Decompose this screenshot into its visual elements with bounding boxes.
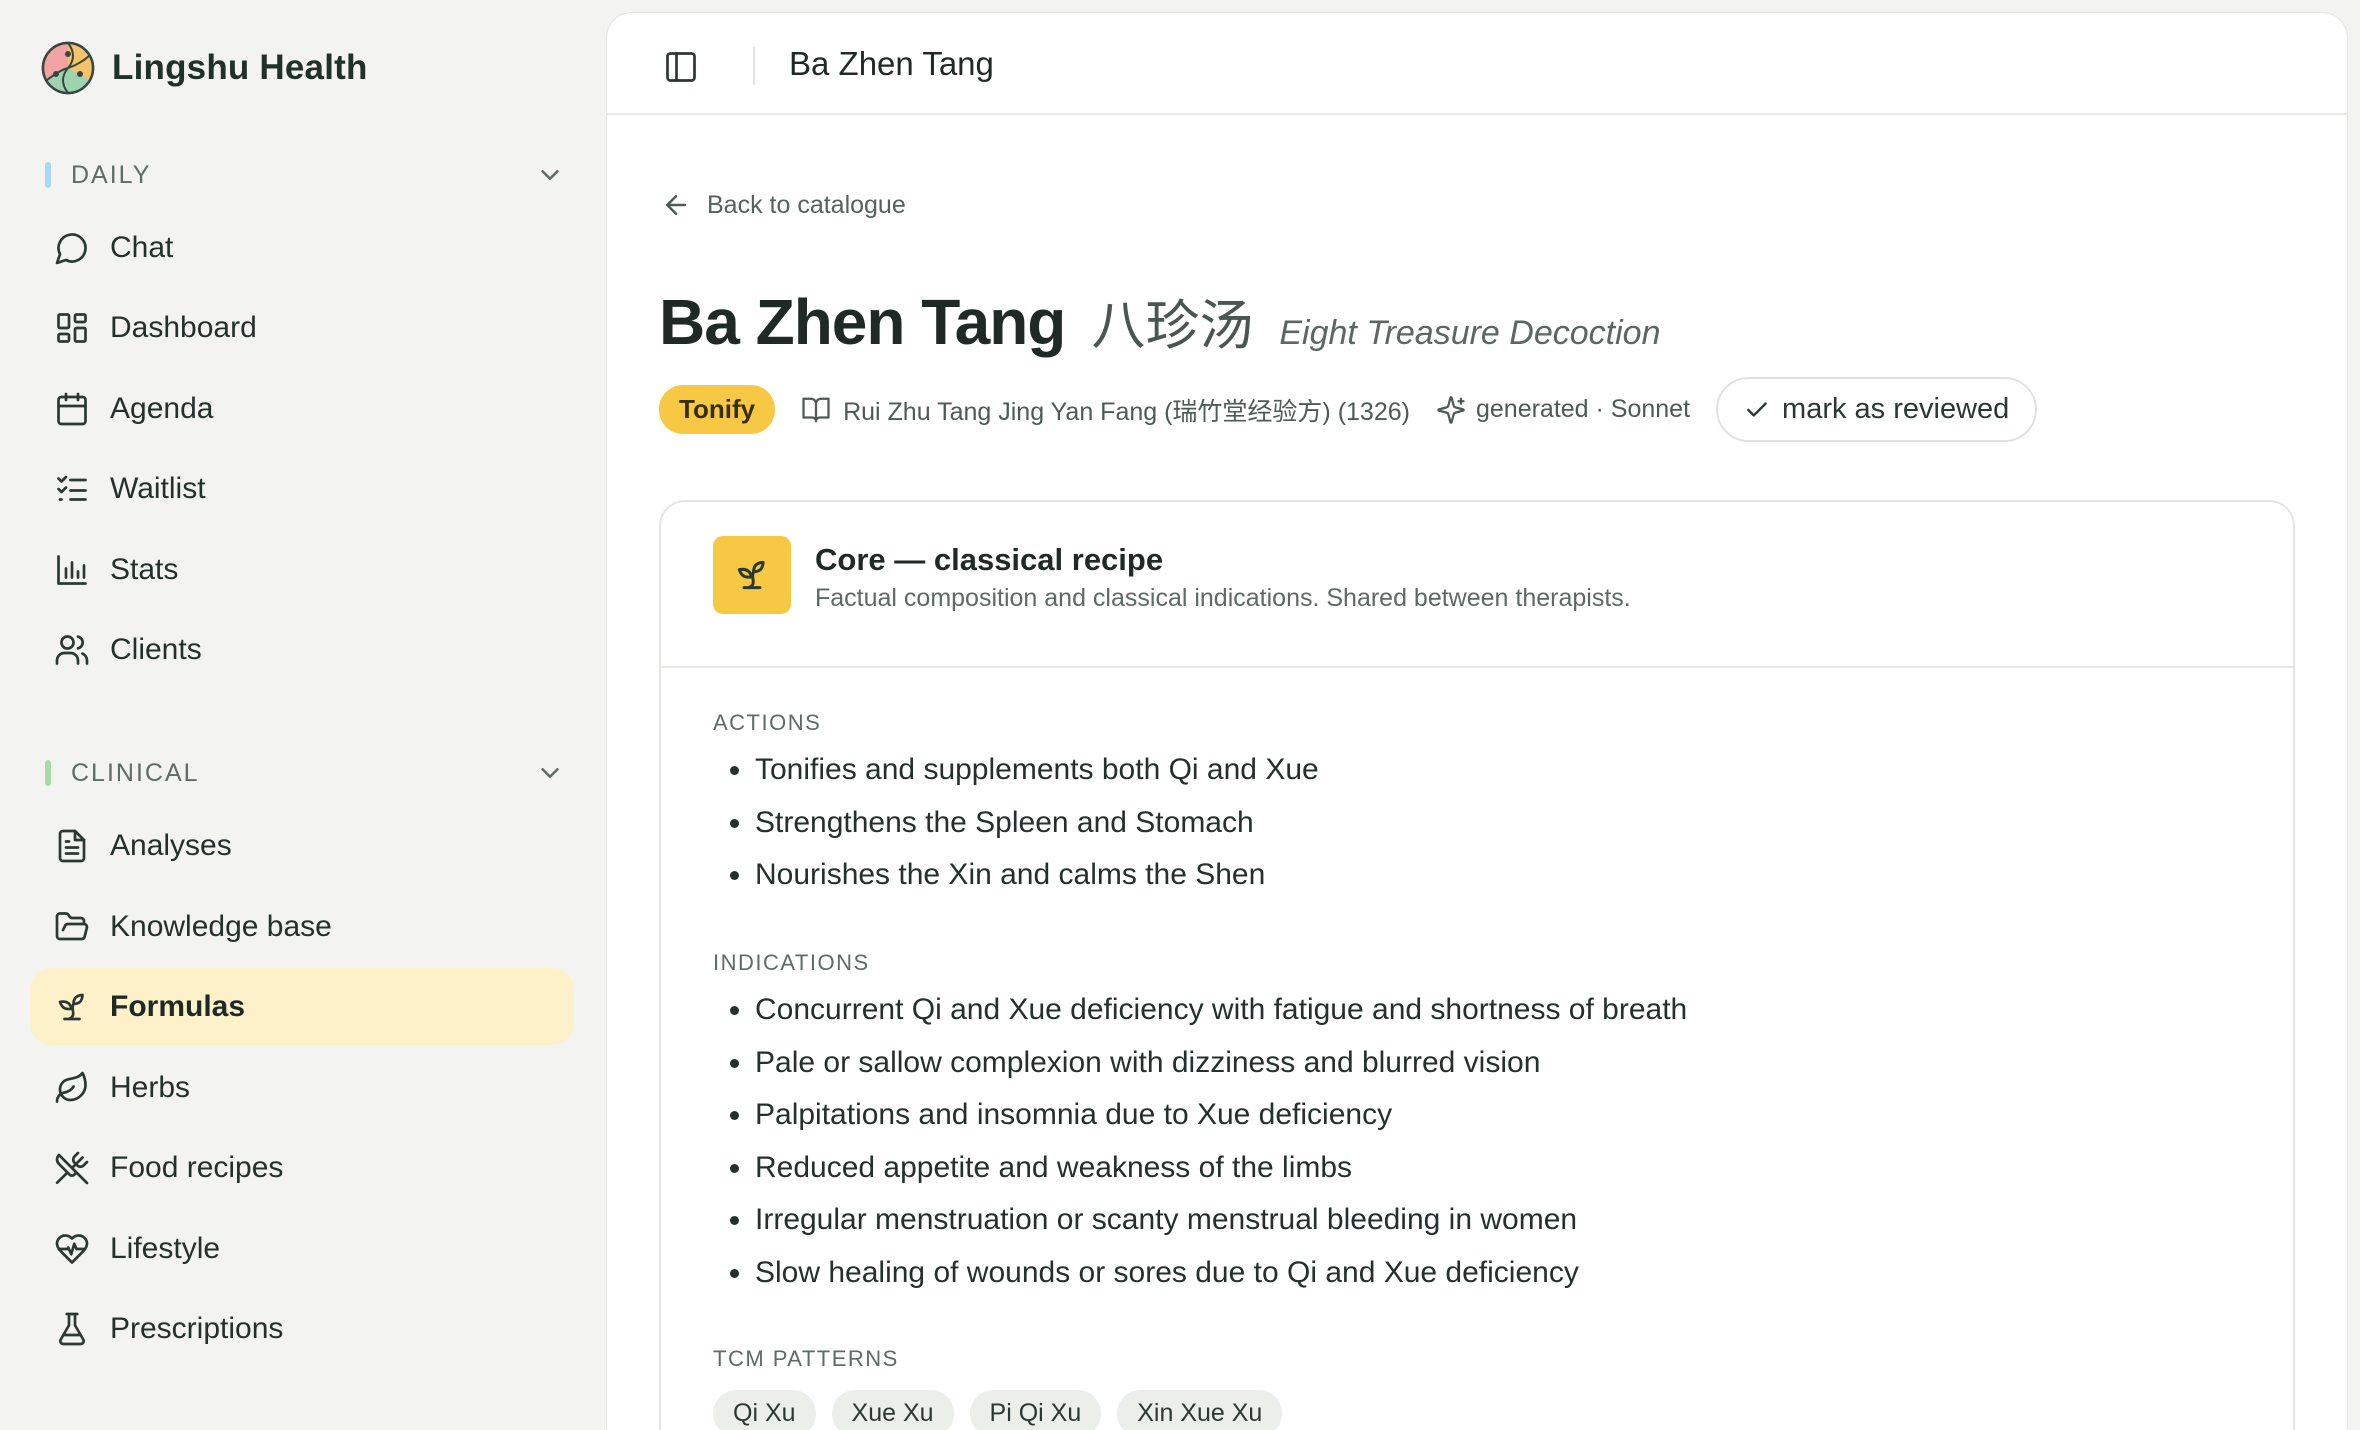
formula-chinese-name: 八珍汤: [1091, 294, 1254, 357]
sprout-icon: [58, 993, 84, 1020]
sidebar-item-label: Food recipes: [110, 1150, 284, 1184]
section-daily[interactable]: DAILY: [45, 155, 565, 195]
sidebar-item-knowledge-base[interactable]: Knowledge base: [30, 888, 574, 965]
sidebar-item-label: Waitlist: [110, 471, 206, 505]
pattern-chip[interactable]: Qi Xu: [713, 1390, 816, 1430]
utensils-crossed-icon: [55, 1151, 89, 1184]
sidebar-item-label: Clients: [110, 632, 202, 666]
book-open-icon: [802, 397, 830, 422]
sidebar-item-waitlist[interactable]: Waitlist: [30, 450, 574, 527]
sidebar-item-clients[interactable]: Clients: [30, 611, 574, 688]
pattern-chip[interactable]: Xin Xue Xu: [1117, 1390, 1283, 1430]
sidebar-item-label: Dashboard: [110, 310, 257, 344]
dashboard-grid-icon: [57, 312, 87, 343]
list-item: Tonifies and supplements both Qi and Xue: [713, 750, 1319, 803]
card-header: Core — classical recipe Factual composit…: [661, 502, 2293, 668]
sidebar: Lingshu Health DAILY Chat Dashboard Agen…: [0, 0, 600, 1430]
sidebar-item-analyses[interactable]: Analyses: [30, 807, 574, 884]
list-item: Nourishes the Xin and calms the Shen: [713, 855, 1319, 908]
sidebar-item-label: Agenda: [110, 391, 214, 425]
sidebar-item-label: Knowledge base: [110, 909, 332, 943]
pattern-chip[interactable]: Xue Xu: [831, 1390, 954, 1430]
actions-list: Tonifies and supplements both Qi and Xue…: [713, 750, 1319, 908]
sidebar-item-stats[interactable]: Stats: [30, 531, 574, 608]
section-color-bar: [45, 162, 51, 188]
list-item: Slow healing of wounds or sores due to Q…: [713, 1253, 1687, 1306]
sidebar-item-dashboard[interactable]: Dashboard: [30, 289, 574, 366]
document-icon: [58, 829, 86, 862]
brand-name: Lingshu Health: [112, 48, 368, 87]
actions-label: ACTIONS: [713, 710, 822, 735]
formula-meta: Tonify Rui Zhu Tang Jing Yan Fang (瑞竹堂经验…: [659, 377, 2038, 442]
generation-status: generated · Sonnet: [1436, 395, 1690, 425]
section-label: DAILY: [71, 160, 152, 189]
sidebar-item-lifestyle[interactable]: Lifestyle: [30, 1210, 574, 1287]
sidebar-item-label: Prescriptions: [110, 1311, 284, 1345]
list-item: Pale or sallow complexion with dizziness…: [713, 1043, 1687, 1096]
users-icon: [55, 634, 89, 665]
list-item: Reduced appetite and weakness of the lim…: [713, 1148, 1687, 1201]
section-clinical[interactable]: CLINICAL: [45, 753, 565, 793]
back-link-label: Back to catalogue: [707, 190, 906, 219]
review-button-label: mark as reviewed: [1782, 393, 2010, 425]
chat-bubble-icon: [55, 232, 87, 264]
pattern-chip[interactable]: Pi Qi Xu: [969, 1390, 1102, 1430]
sidebar-item-label: Herbs: [110, 1070, 191, 1104]
logo-icon: [41, 41, 95, 95]
sidebar-item-prescriptions[interactable]: Prescriptions: [30, 1290, 574, 1367]
sidebar-item-label: Stats: [110, 552, 179, 586]
sidebar-item-label: Formulas: [110, 989, 246, 1023]
card-subtitle: Factual composition and classical indica…: [815, 584, 1631, 612]
main-panel: Ba Zhen Tang Back to catalogue Ba Zhen T…: [606, 12, 2348, 1430]
check-icon: [1747, 401, 1767, 417]
card-icon-box: [713, 536, 791, 614]
sidebar-toggle-icon[interactable]: [663, 49, 699, 85]
indications-list: Concurrent Qi and Xue deficiency with fa…: [713, 990, 1687, 1305]
category-badge: Tonify: [659, 385, 776, 434]
checklist-icon: [57, 475, 87, 501]
sidebar-item-herbs[interactable]: Herbs: [30, 1049, 574, 1126]
arrow-left-icon: [666, 195, 686, 215]
formula-source: Rui Zhu Tang Jing Yan Fang (瑞竹堂经验方) (132…: [801, 392, 1410, 428]
sidebar-item-label: Analyses: [110, 828, 232, 862]
sidebar-item-food-recipes[interactable]: Food recipes: [30, 1129, 574, 1206]
tcm-patterns-label: TCM PATTERNS: [713, 1346, 899, 1371]
card-title: Core — classical recipe: [815, 542, 1164, 577]
source-text: Rui Zhu Tang Jing Yan Fang (瑞竹堂经验方) (132…: [843, 397, 1410, 426]
tcm-patterns-list: Qi Xu Xue Xu Pi Qi Xu Xin Xue Xu: [713, 1390, 1283, 1430]
brand[interactable]: Lingshu Health: [40, 40, 368, 96]
sidebar-item-label: Chat: [110, 230, 174, 264]
list-item: Concurrent Qi and Xue deficiency with fa…: [713, 990, 1687, 1043]
chevron-down-icon[interactable]: [535, 160, 565, 190]
sidebar-item-formulas[interactable]: Formulas: [30, 968, 574, 1045]
sidebar-item-label: Lifestyle: [110, 1231, 221, 1265]
page-title: Ba Zhen Tang: [789, 45, 994, 82]
section-color-bar: [45, 760, 51, 786]
core-recipe-card: Core — classical recipe Factual composit…: [659, 500, 2295, 1430]
generation-text: generated · Sonnet: [1475, 395, 1691, 423]
sparkles-icon: [1437, 395, 1465, 424]
leaf-icon: [55, 1071, 87, 1103]
topbar-divider: [753, 47, 755, 85]
flask-icon: [59, 1312, 85, 1345]
chevron-down-icon[interactable]: [535, 758, 565, 788]
sidebar-item-chat[interactable]: Chat: [30, 209, 574, 286]
list-item: Irregular menstruation or scanty menstru…: [713, 1200, 1687, 1253]
calendar-icon: [57, 392, 87, 425]
section-label: CLINICAL: [71, 758, 200, 787]
sprout-icon: [737, 560, 765, 590]
topbar: Ba Zhen Tang: [607, 13, 2347, 115]
list-item: Strengthens the Spleen and Stomach: [713, 803, 1319, 856]
folder-open-icon: [55, 911, 89, 940]
back-to-catalogue-link[interactable]: Back to catalogue: [661, 190, 906, 220]
formula-heading: Ba Zhen Tang 八珍汤 Eight Treasure Decoctio…: [659, 281, 1660, 360]
list-item: Palpitations and insomnia due to Xue def…: [713, 1095, 1687, 1148]
sidebar-item-agenda[interactable]: Agenda: [30, 370, 574, 447]
formula-english-name: Eight Treasure Decoction: [1279, 314, 1661, 352]
heart-pulse-icon: [55, 1233, 89, 1264]
formula-name: Ba Zhen Tang: [659, 286, 1066, 358]
bar-chart-icon: [57, 554, 87, 585]
indications-label: INDICATIONS: [713, 950, 870, 975]
mark-as-reviewed-button[interactable]: mark as reviewed: [1716, 377, 2038, 442]
